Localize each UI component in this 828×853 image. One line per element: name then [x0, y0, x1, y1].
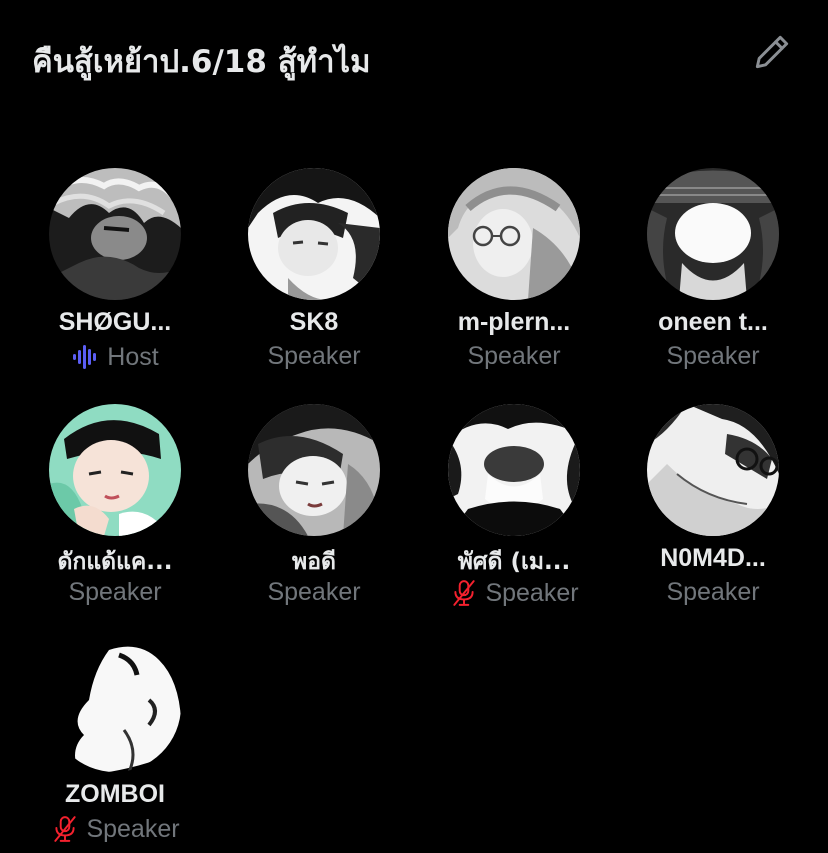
participant-card[interactable]: m-plern... Speaker — [414, 168, 614, 378]
role-row: Speaker — [613, 342, 813, 371]
participant-name: SK8 — [289, 308, 339, 336]
mic-muted-icon — [50, 814, 80, 844]
role-row: Speaker — [214, 578, 414, 607]
avatar[interactable] — [49, 168, 181, 300]
participant-role: Speaker — [267, 342, 361, 370]
participant-role: Speaker — [467, 342, 561, 370]
space-title: คืนสู้เหย้าป.6/18 สู้ทำไม — [32, 44, 371, 80]
role-row: Speaker — [214, 342, 414, 371]
participant-name: พอดี — [292, 549, 336, 575]
avatar[interactable] — [49, 640, 181, 772]
role-row: Speaker — [613, 578, 813, 607]
role-row: Speaker — [15, 814, 215, 844]
participant-card[interactable]: SHØGU... Host — [15, 168, 215, 378]
participant-card[interactable]: N0M4D... Speaker — [613, 404, 813, 614]
participant-name: พัศดี (เม... — [457, 549, 571, 575]
participant-name: ดักแด้แค... — [57, 549, 173, 575]
role-row: Speaker — [15, 578, 215, 607]
participant-card[interactable]: SK8 Speaker — [214, 168, 414, 378]
mic-muted-icon — [449, 578, 479, 608]
participant-card[interactable]: oneen t... Speaker — [613, 168, 813, 378]
participant-card[interactable]: พัศดี (เม... Speaker — [414, 404, 614, 614]
avatar[interactable] — [647, 168, 779, 300]
participant-name: oneen t... — [658, 308, 768, 336]
participant-name: m-plern... — [457, 308, 571, 336]
participant-name: ZOMBOI — [65, 780, 165, 808]
avatar[interactable] — [248, 404, 380, 536]
avatar[interactable] — [49, 404, 181, 536]
space-header: คืนสู้เหย้าป.6/18 สู้ทำไม — [0, 0, 828, 110]
participant-role: Speaker — [267, 578, 361, 606]
participant-card[interactable]: ดักแด้แค... Speaker — [15, 404, 215, 614]
role-row: Speaker — [414, 578, 614, 608]
participant-role: Speaker — [485, 578, 579, 607]
avatar[interactable] — [647, 404, 779, 536]
role-row: Speaker — [414, 342, 614, 371]
edit-button[interactable] — [748, 28, 796, 76]
participant-role: Speaker — [666, 342, 760, 370]
participant-card[interactable]: ZOMBOI Speaker — [15, 640, 215, 850]
participant-role: Host — [107, 342, 159, 371]
participant-name: SHØGU... — [58, 308, 172, 336]
participant-card[interactable]: พอดี Speaker — [214, 404, 414, 614]
participant-role: Speaker — [68, 578, 162, 606]
participant-role: Speaker — [86, 814, 180, 843]
avatar[interactable] — [248, 168, 380, 300]
pencil-icon — [755, 35, 789, 69]
avatar[interactable] — [448, 168, 580, 300]
participant-role: Speaker — [666, 578, 760, 606]
avatar[interactable] — [448, 404, 580, 536]
role-row: Host — [15, 342, 215, 372]
participant-name: N0M4D... — [660, 544, 766, 572]
audio-wave-icon — [71, 342, 101, 372]
